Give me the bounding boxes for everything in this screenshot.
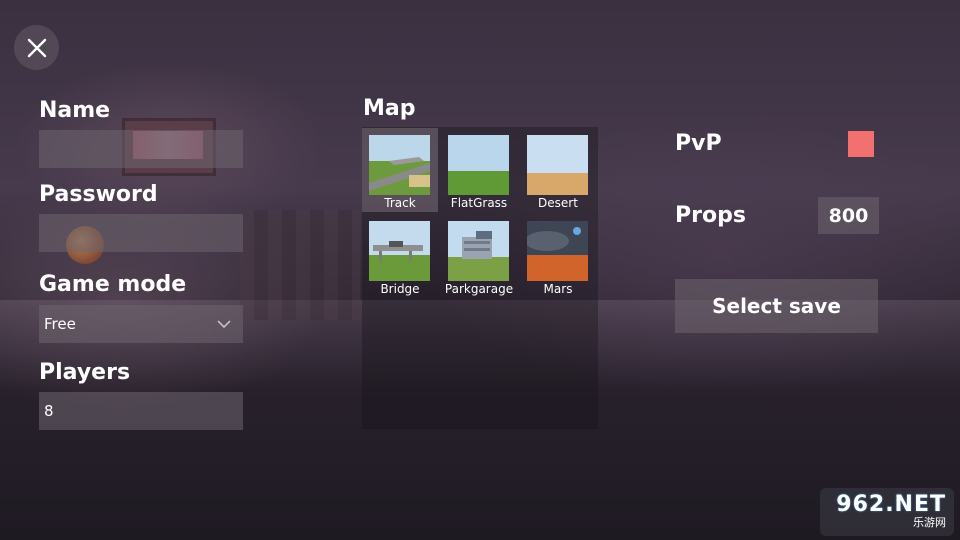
map-tile-flatgrass[interactable]: FlatGrass [441,128,517,212]
props-input[interactable]: 800 [818,197,879,234]
map-name-flatgrass: FlatGrass [450,196,508,210]
map-tile-desert[interactable]: Desert [520,128,596,212]
props-label: Props [675,203,746,228]
players-input[interactable]: 8 [39,392,243,430]
mars-thumbnail [527,221,588,281]
close-button[interactable] [14,25,59,70]
password-label: Password [39,182,158,207]
map-name-bridge: Bridge [380,282,420,296]
map-name-track: Track [384,196,416,210]
pvp-toggle[interactable] [848,131,874,157]
map-tile-mars[interactable]: Mars [520,214,596,298]
close-icon [27,38,46,57]
players-label: Players [39,360,131,385]
map-label: Map [363,96,416,121]
password-input[interactable] [39,214,243,252]
name-label: Name [39,98,111,123]
map-tile-parkgarage[interactable]: Parkgarage [441,214,517,298]
game-mode-value: Free [44,315,76,333]
watermark-text: 962.NET [836,492,946,517]
desert-thumbnail [527,135,588,195]
watermark-logo: 962.NET 乐游网 [820,488,954,536]
watermark-subtext: 乐游网 [913,516,946,529]
parkgarage-thumbnail [448,221,509,281]
game-mode-select[interactable]: Free [39,305,243,343]
pvp-label: PvP [675,131,722,156]
background-shelf [240,210,360,320]
map-name-mars: Mars [543,282,573,296]
name-input[interactable] [39,130,243,168]
select-save-button[interactable]: Select save [675,279,878,333]
game-mode-label: Game mode [39,272,187,297]
map-name-desert: Desert [538,196,578,210]
map-name-parkgarage: Parkgarage [444,282,514,296]
flatgrass-thumbnail [448,135,509,195]
map-tile-track[interactable]: Track [362,128,438,212]
bridge-thumbnail [369,221,430,281]
track-thumbnail [369,135,430,195]
create-server-screen: Name Password Game mode Free Players 8 M… [0,0,960,540]
map-tile-bridge[interactable]: Bridge [362,214,438,298]
chevron-down-icon [217,320,231,328]
